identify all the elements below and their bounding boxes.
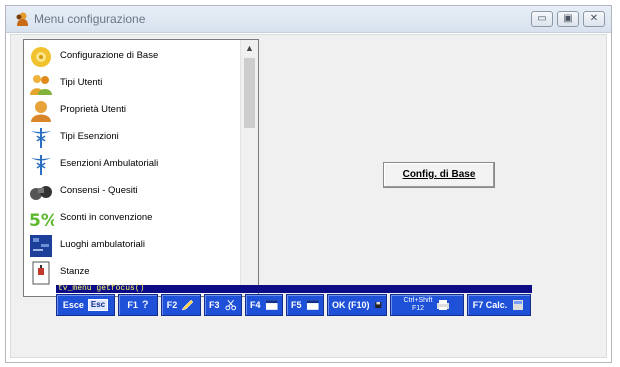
list-item-label: Proprietà Utenti	[60, 104, 127, 115]
list-item[interactable]: Proprietà Utenti	[28, 98, 238, 124]
ok-label: OK (F10)	[332, 300, 370, 310]
binoculars-icon	[30, 186, 52, 200]
status-line: tv_menu getfocus()	[56, 285, 532, 293]
minimize-button[interactable]: ▭	[531, 11, 553, 27]
map-icon	[30, 235, 52, 257]
config-base-button[interactable]: Config. di Base	[383, 162, 495, 188]
f12-label: F12	[411, 305, 425, 312]
f5-label: F5	[291, 300, 302, 310]
scroll-up-button[interactable]: ▲	[241, 40, 258, 56]
ctrl-shift-label: Ctrl+Shift	[403, 297, 433, 304]
ok-button[interactable]: OK (F10)	[327, 294, 387, 316]
edit-button[interactable]: F2	[161, 294, 201, 316]
title-bar: Menu configurazione ▭ ▣ ✕	[6, 6, 611, 33]
users-group-icon	[30, 75, 52, 95]
list-item-label: Sconti in convenzione	[60, 212, 153, 223]
list-item[interactable]: Configurazione di Base	[28, 44, 238, 70]
caduceus-icon	[31, 155, 51, 175]
close-button[interactable]: ✕	[583, 11, 605, 27]
list-item-label: Configurazione di Base	[60, 50, 159, 61]
user-properties-icon	[31, 101, 51, 122]
list-item-label: Luoghi ambulatoriali	[60, 239, 146, 250]
esc-key-icon: Esc	[87, 299, 109, 311]
save-disk-icon	[374, 301, 381, 309]
calculator-icon	[513, 300, 524, 310]
function-key-bar: Esce Esc F1 ? F2 F3 F4 F5 OK (F10) Ctrl+…	[56, 294, 531, 316]
f5-button[interactable]: F5	[286, 294, 324, 316]
close-icon: ✕	[589, 13, 599, 24]
minimize-icon: ▭	[537, 13, 547, 24]
list-item[interactable]: 5% Sconti in convenzione	[28, 206, 238, 232]
config-base-label: Config. di Base	[402, 169, 476, 180]
f2-label: F2	[166, 300, 178, 310]
exit-button[interactable]: Esce Esc	[56, 294, 115, 316]
window-title: Menu configurazione	[34, 12, 146, 26]
list-item[interactable]: Consensi - Quesiti	[28, 179, 238, 205]
window-icon	[306, 300, 319, 310]
percent-icon: 5%	[29, 211, 54, 231]
f4-label: F4	[250, 300, 261, 310]
scroll-thumb[interactable]	[244, 58, 255, 128]
list-item[interactable]: Tipi Esenzioni	[28, 125, 238, 151]
svg-text:5%: 5%	[29, 211, 54, 231]
list-item-label: Tipi Esenzioni	[60, 131, 119, 142]
pencil-icon	[181, 299, 194, 311]
list-item[interactable]: Luoghi ambulatoriali	[28, 233, 238, 259]
maximize-icon: ▣	[563, 13, 573, 24]
list-scrollbar[interactable]: ▲ ▼	[240, 40, 258, 296]
cut-button[interactable]: F3	[204, 294, 242, 316]
gear-sun-icon	[31, 47, 51, 67]
caduceus-icon	[31, 128, 51, 148]
calc-label: F7 Calc.	[472, 300, 508, 310]
help-button[interactable]: F1 ?	[118, 294, 158, 316]
list-item[interactable]: Esenzioni Ambulatoriali	[28, 152, 238, 178]
ctrl-shift-f12-label: Ctrl+Shift F12	[404, 297, 433, 313]
door-icon	[32, 261, 50, 285]
list-item-label: Tipi Utenti	[60, 77, 103, 88]
printer-icon	[437, 300, 450, 310]
list-item-label: Stanze	[60, 266, 90, 277]
menu-listbox[interactable]: Configurazione di Base Tipi Utenti Propr…	[23, 39, 259, 297]
list-item-label: Consensi - Quesiti	[60, 185, 138, 196]
calc-button[interactable]: F7 Calc.	[467, 294, 531, 316]
list-item[interactable]: Stanze	[28, 260, 238, 286]
app-icon	[16, 12, 28, 26]
scissors-icon	[224, 299, 236, 311]
f3-label: F3	[209, 300, 220, 310]
f1-label: F1	[127, 300, 138, 310]
help-icon: ?	[141, 299, 149, 311]
list-item-label: Esenzioni Ambulatoriali	[60, 158, 159, 169]
maximize-button[interactable]: ▣	[557, 11, 579, 27]
window-icon	[265, 300, 278, 310]
print-button[interactable]: Ctrl+Shift F12	[390, 294, 464, 316]
list-item[interactable]: Tipi Utenti	[28, 71, 238, 97]
f4-button[interactable]: F4	[245, 294, 283, 316]
exit-label: Esce	[62, 300, 84, 310]
